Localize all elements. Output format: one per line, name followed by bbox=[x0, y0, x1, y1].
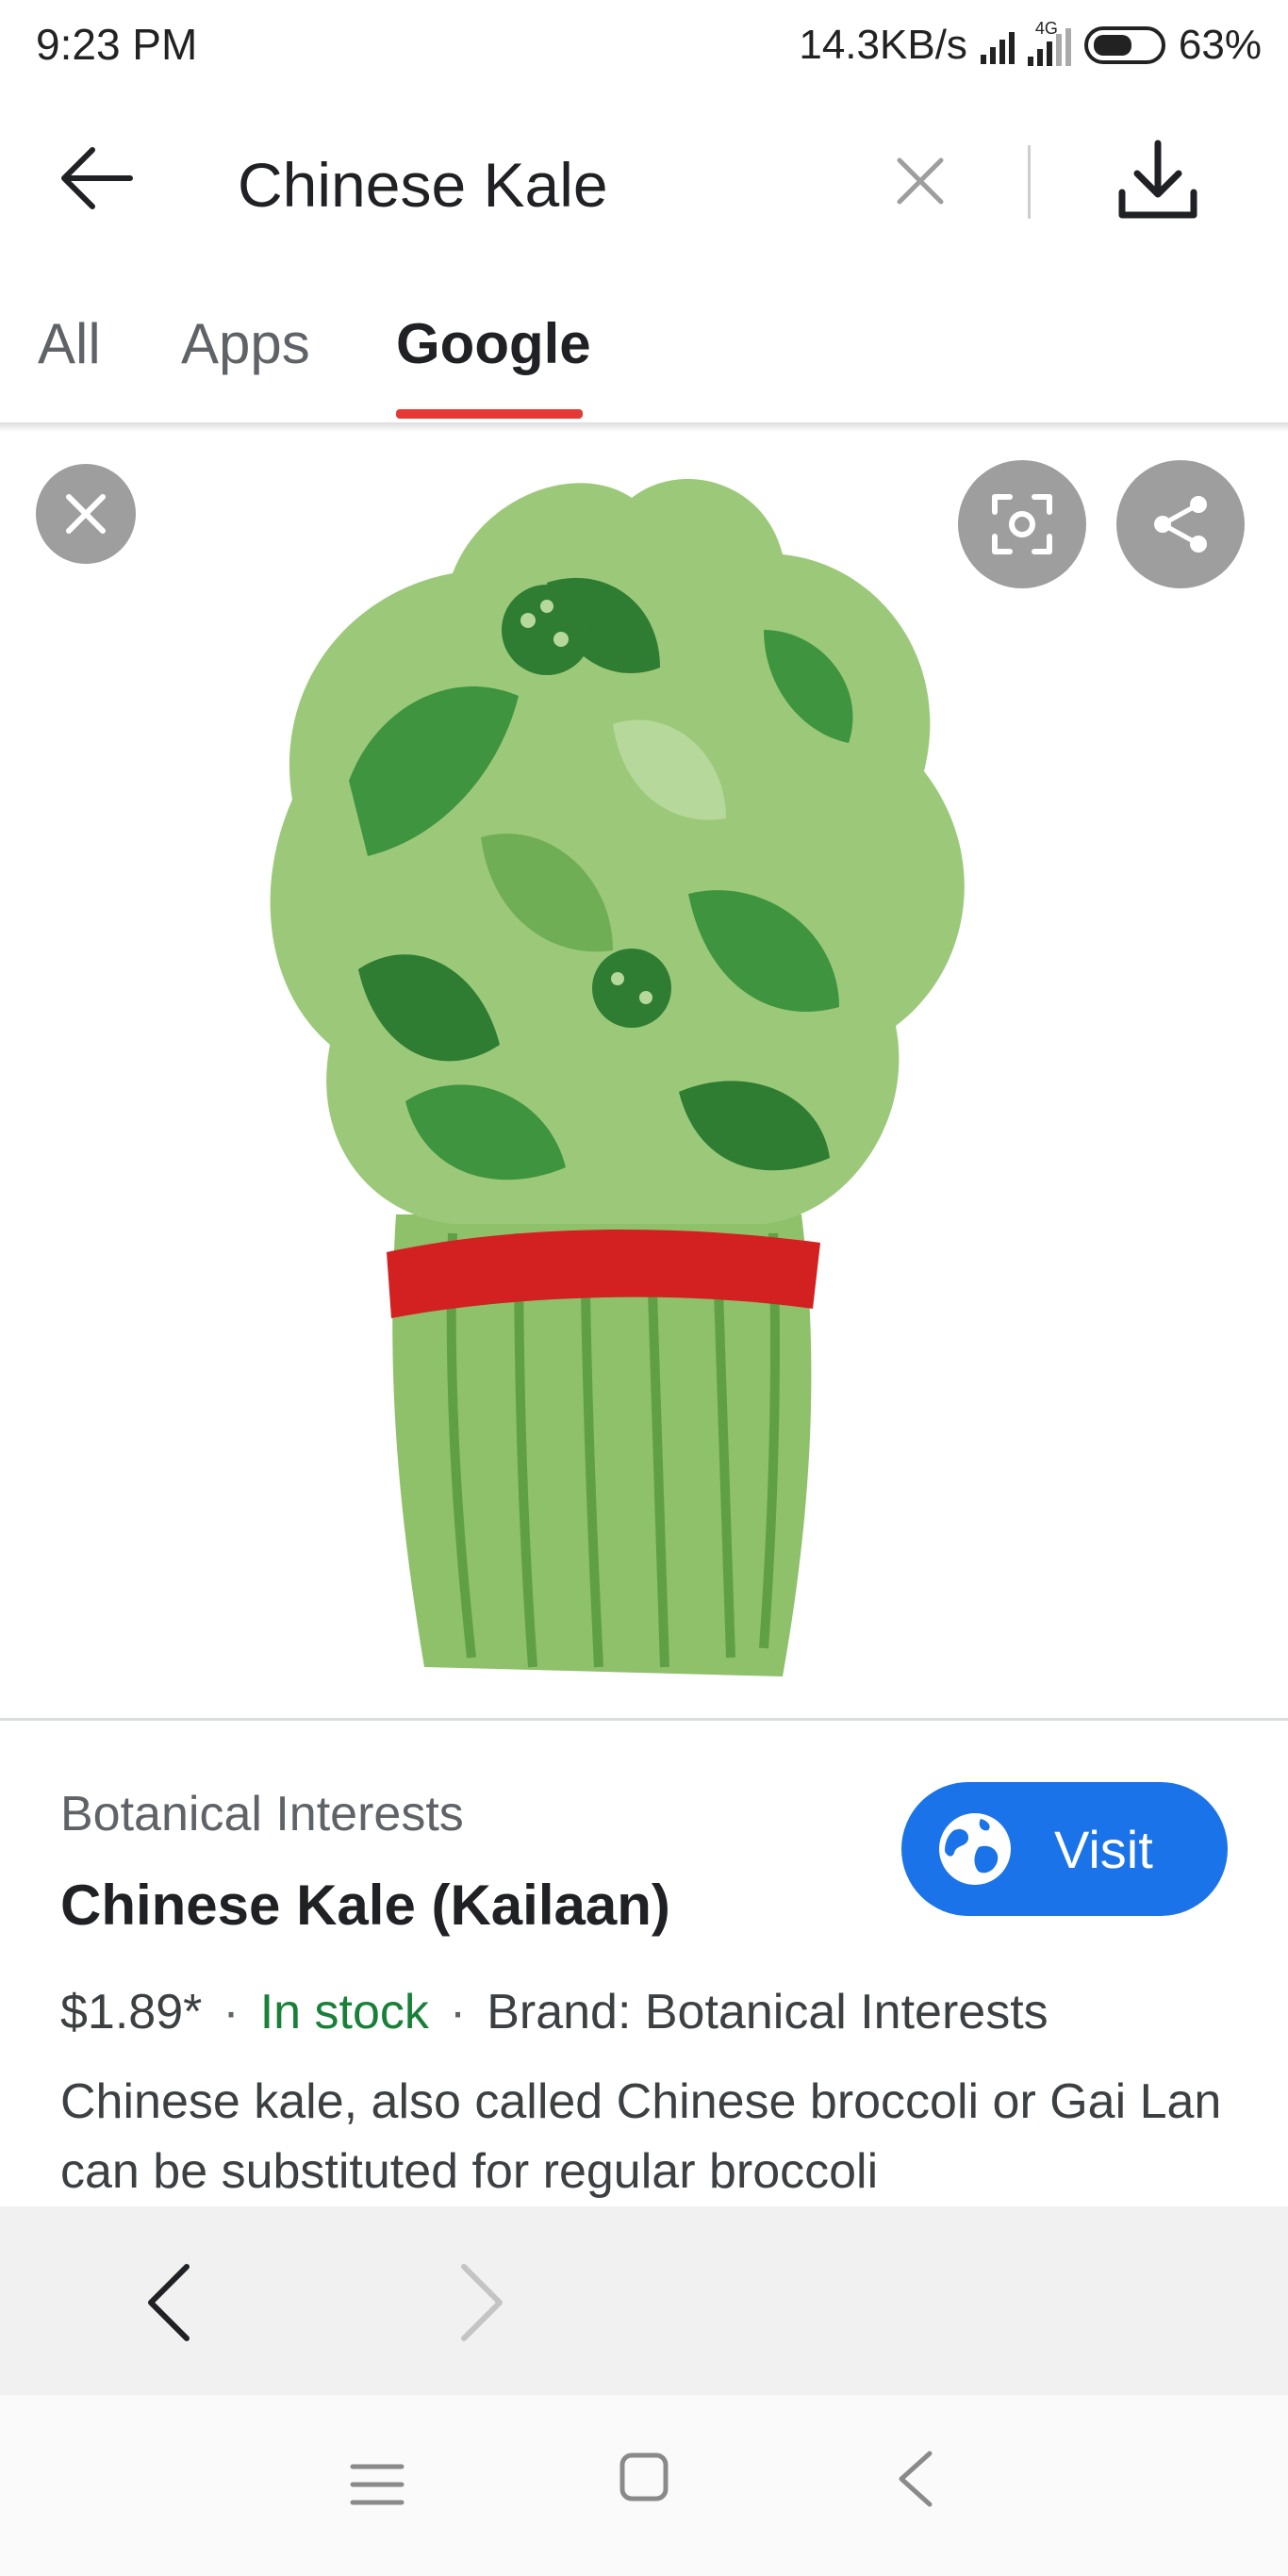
lens-icon bbox=[992, 494, 1052, 554]
tab-apps[interactable]: Apps bbox=[181, 311, 310, 376]
globe-icon bbox=[939, 1813, 1011, 1885]
close-icon bbox=[66, 494, 106, 534]
browser-nav-bar bbox=[0, 2206, 1288, 2395]
brand: Brand: Botanical Interests bbox=[487, 1985, 1049, 2039]
search-query[interactable]: Chinese Kale bbox=[238, 149, 608, 221]
image-viewer bbox=[0, 432, 1288, 1721]
status-time: 9:23 PM bbox=[36, 20, 198, 69]
back-arrow-icon[interactable] bbox=[55, 136, 140, 221]
search-tabs: All Apps Google bbox=[0, 311, 1288, 422]
lens-button[interactable] bbox=[958, 460, 1086, 588]
clear-icon[interactable] bbox=[894, 155, 947, 207]
result-source: Botanical Interests bbox=[60, 1787, 464, 1841]
tabs-shadow bbox=[0, 422, 1288, 432]
tab-all[interactable]: All bbox=[38, 311, 101, 376]
wifi-signal-icon bbox=[980, 26, 1015, 64]
result-title[interactable]: Chinese Kale (Kailaan) bbox=[60, 1873, 670, 1938]
close-image-button[interactable] bbox=[36, 464, 136, 564]
system-nav-bar bbox=[0, 2395, 1288, 2576]
tab-google[interactable]: Google bbox=[396, 311, 591, 376]
meta-separator: · bbox=[223, 1985, 239, 2039]
meta-separator: · bbox=[449, 1985, 467, 2039]
menu-icon[interactable] bbox=[349, 2461, 405, 2508]
nav-forward-icon[interactable] bbox=[443, 2257, 519, 2348]
cellular-signal-icon: 4G bbox=[1027, 19, 1071, 66]
stock-status: In stock bbox=[259, 1985, 429, 2039]
status-bar: 9:23 PM 14.3KB/s 4G 63% bbox=[0, 0, 1288, 91]
network-speed: 14.3KB/s bbox=[799, 22, 967, 68]
result-info-panel[interactable]: Botanical Interests Chinese Kale (Kailaa… bbox=[0, 1722, 1288, 2204]
app-bar: Chinese Kale bbox=[0, 91, 1288, 279]
status-right: 14.3KB/s 4G 63% bbox=[799, 19, 1262, 72]
battery-percent: 63% bbox=[1178, 22, 1262, 68]
visit-button[interactable]: Visit bbox=[901, 1782, 1228, 1916]
result-meta: $1.89* · In stock · Brand: Botanical Interes… bbox=[60, 1984, 1049, 2040]
appbar-divider bbox=[1028, 145, 1031, 219]
nav-back-icon[interactable] bbox=[132, 2257, 207, 2348]
network-tag: 4G bbox=[1034, 19, 1058, 38]
result-description: Chinese kale, also called Chinese brocco… bbox=[60, 2074, 1222, 2199]
back-icon[interactable] bbox=[894, 2448, 935, 2510]
battery-icon bbox=[1083, 26, 1165, 64]
share-icon bbox=[1154, 496, 1207, 553]
viewer-divider bbox=[0, 1718, 1288, 1721]
kale-leaves bbox=[270, 479, 965, 1224]
kale-image bbox=[270, 479, 965, 1676]
price: $1.89* bbox=[60, 1985, 203, 2039]
home-icon[interactable] bbox=[619, 2452, 669, 2502]
share-button[interactable] bbox=[1116, 460, 1245, 588]
download-icon[interactable] bbox=[1113, 136, 1203, 226]
visit-label: Visit bbox=[1054, 1819, 1153, 1879]
active-tab-indicator bbox=[396, 409, 583, 419]
